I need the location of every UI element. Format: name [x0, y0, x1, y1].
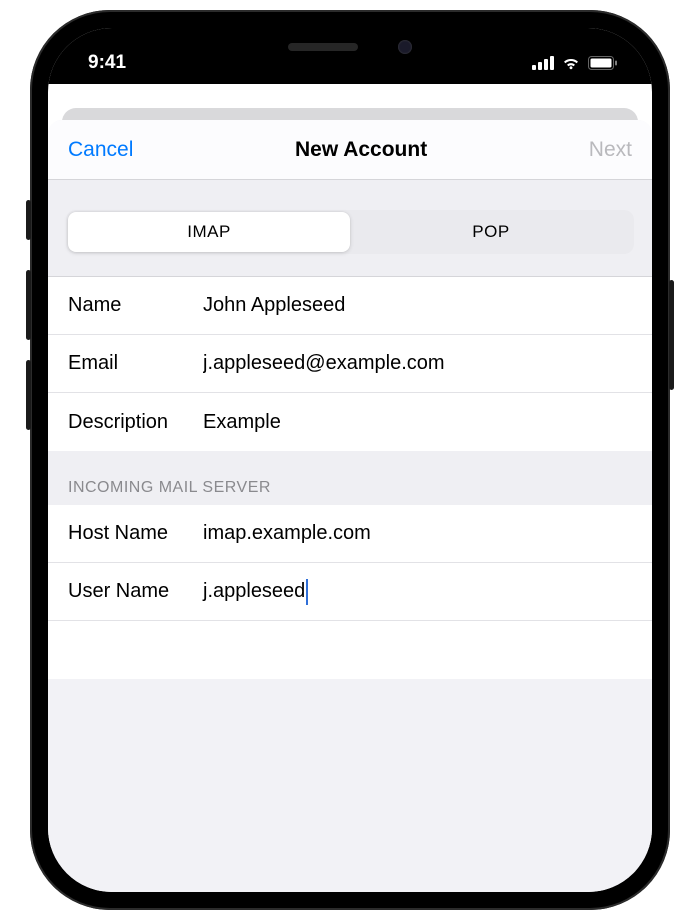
side-button [26, 200, 31, 240]
username-label: User Name [68, 580, 203, 603]
status-icons [532, 56, 618, 70]
hostname-input[interactable] [203, 522, 632, 545]
incoming-server-header: Incoming Mail Server [48, 451, 652, 505]
volume-up-button [26, 270, 31, 340]
new-account-sheet: Cancel New Account Next IMAP POP Name Em… [48, 120, 652, 892]
protocol-segmented-control[interactable]: IMAP POP [66, 210, 634, 254]
nav-bar: Cancel New Account Next [48, 120, 652, 180]
description-input[interactable] [203, 411, 632, 434]
phone-frame: 9:41 Cancel New Account Ne [30, 10, 670, 910]
text-caret [306, 579, 308, 605]
front-camera [398, 40, 412, 54]
battery-icon [588, 56, 618, 70]
name-row[interactable]: Name [48, 277, 652, 335]
username-row[interactable]: User Name j.appleseed [48, 563, 652, 621]
email-input[interactable] [203, 352, 632, 375]
power-button [669, 280, 674, 390]
username-input[interactable]: j.appleseed [203, 579, 632, 605]
volume-down-button [26, 360, 31, 430]
account-info-group: Name Email Description [48, 277, 652, 451]
status-time: 9:41 [88, 52, 126, 74]
hostname-row[interactable]: Host Name [48, 505, 652, 563]
cancel-button[interactable]: Cancel [68, 138, 133, 162]
wifi-icon [561, 56, 581, 70]
description-row[interactable]: Description [48, 393, 652, 451]
screen: 9:41 Cancel New Account Ne [48, 28, 652, 892]
name-input[interactable] [203, 294, 632, 317]
extra-row[interactable] [48, 621, 652, 679]
segment-pop[interactable]: POP [350, 212, 632, 252]
speaker-grille [288, 43, 358, 51]
email-label: Email [68, 352, 203, 375]
next-button[interactable]: Next [589, 138, 632, 162]
cellular-signal-icon [532, 56, 554, 70]
incoming-server-group: Host Name User Name j.appleseed [48, 505, 652, 679]
notch [230, 28, 470, 66]
name-label: Name [68, 294, 203, 317]
email-row[interactable]: Email [48, 335, 652, 393]
username-value: j.appleseed [203, 580, 305, 603]
hostname-label: Host Name [68, 522, 203, 545]
description-label: Description [68, 411, 203, 434]
protocol-segment-container: IMAP POP [48, 180, 652, 277]
segment-imap[interactable]: IMAP [68, 212, 350, 252]
nav-title: New Account [295, 138, 427, 162]
